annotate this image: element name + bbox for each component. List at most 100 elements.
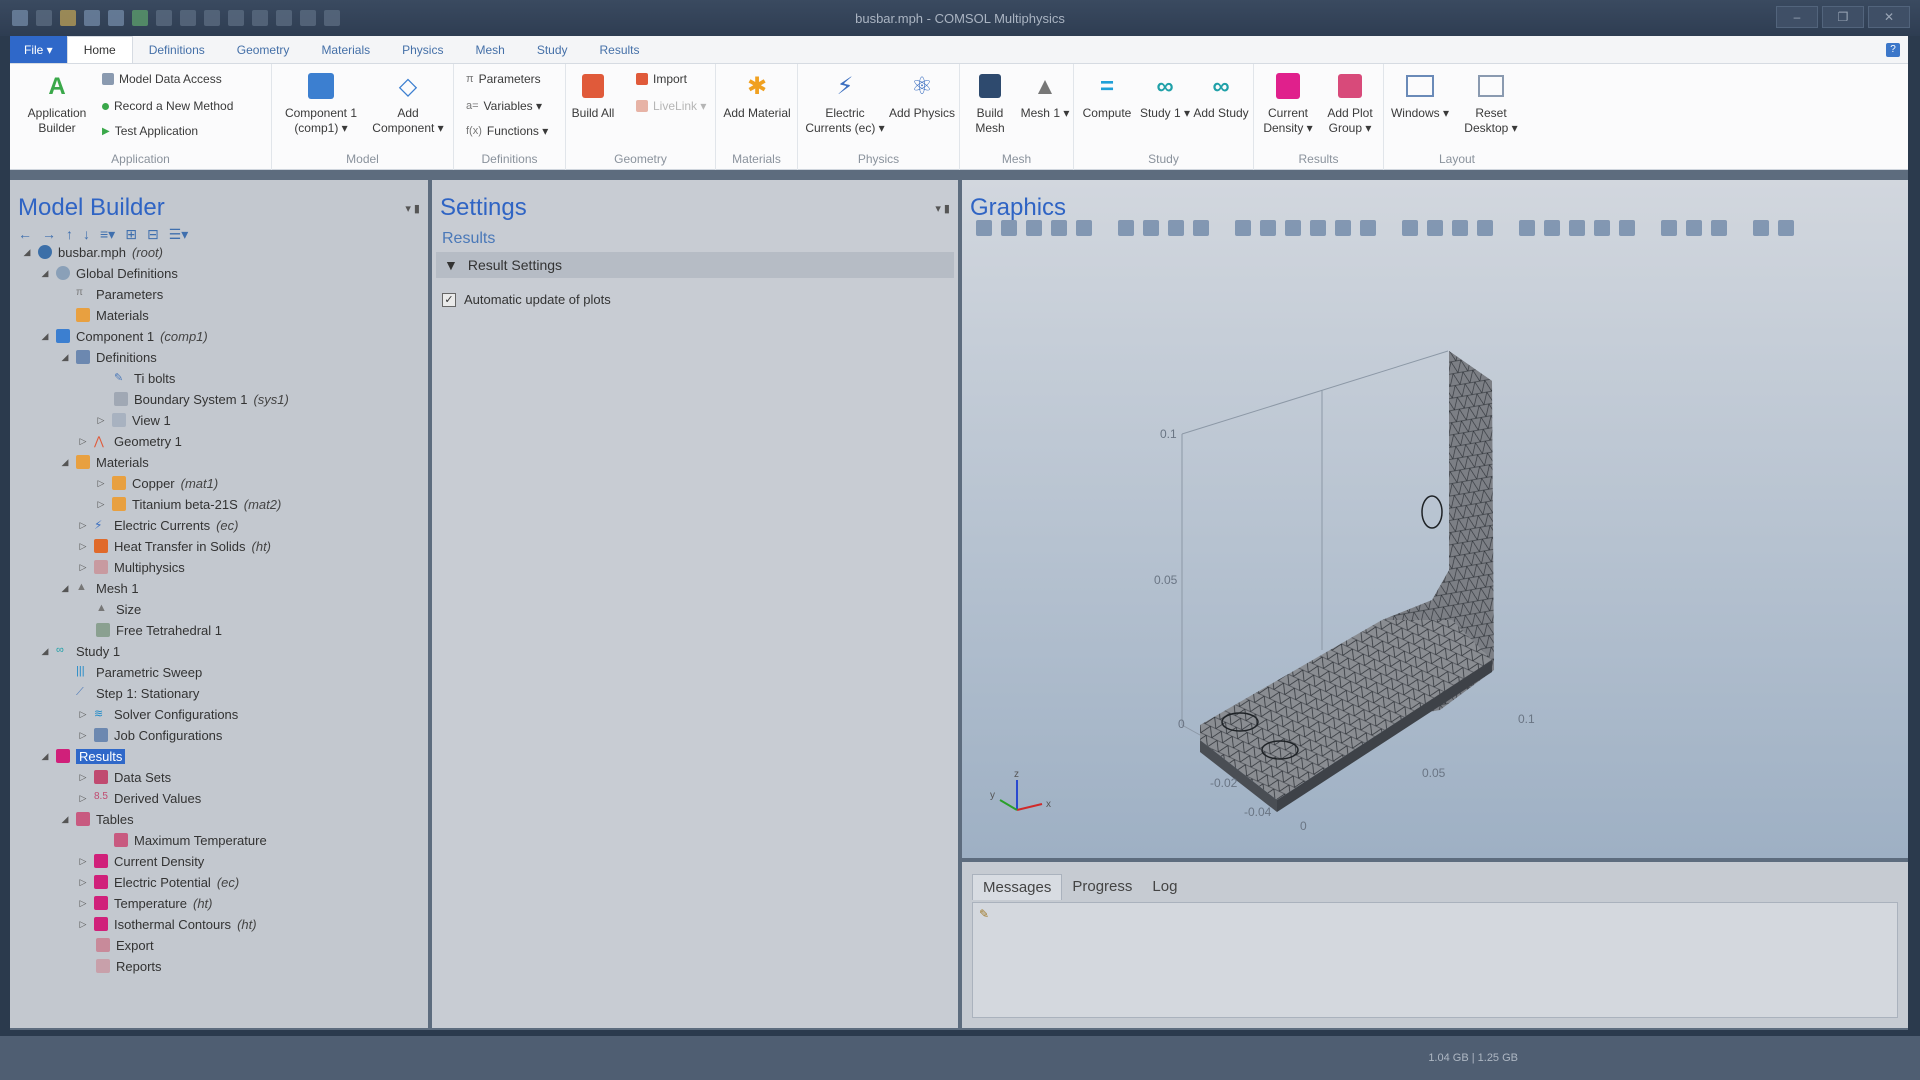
clear-icon[interactable]: ✎ [979,907,989,921]
render-icon[interactable] [1477,220,1493,236]
select-domains-icon[interactable] [1260,220,1276,236]
maximize-button[interactable]: ❐ [1822,6,1864,28]
zoom-out-icon[interactable] [1001,220,1017,236]
tree-node-maximum-temperature[interactable]: Maximum Temperature [114,830,267,850]
windows-button[interactable]: Windows ▾ [1386,70,1454,121]
variables-button[interactable]: a= Variables ▾ [466,99,542,113]
deselect-icon[interactable] [1360,220,1376,236]
current-density-button[interactable]: Current Density ▾ [1256,70,1320,136]
automatic-update-checkbox[interactable]: ✓ Automatic update of plots [442,292,611,307]
import-button[interactable]: Import [636,72,687,86]
tree-node-export[interactable]: Export [96,935,154,955]
model-data-access-button[interactable]: Model Data Access [102,72,222,86]
tab-definitions[interactable]: Definitions [133,36,221,63]
tree-node-global-definitions[interactable]: ◢ Global Definitions [40,263,178,283]
select-points-icon[interactable] [1335,220,1351,236]
tree-node-results[interactable]: ◢ Results [40,746,126,766]
tree-node-current-density[interactable]: ▷ Current Density [78,851,205,871]
back-icon[interactable]: ← [18,226,32,242]
tree-node-data-sets[interactable]: ▷ Data Sets [78,767,172,787]
perspective-icon[interactable] [1686,220,1702,236]
tree-node-ti-bolts[interactable]: ✎ Ti bolts [114,368,175,388]
forward-icon[interactable]: → [42,226,56,242]
panel-options-icon[interactable]: ▾ ▮ [405,202,420,215]
transparency-icon[interactable] [1427,220,1443,236]
tree-node-study[interactable]: ◢ ∞ Study 1 [40,641,121,661]
tree-node-mesh[interactable]: ◢ ▲ Mesh 1 [60,578,139,598]
help-icon[interactable]: ? [1886,43,1900,57]
tab-progress[interactable]: Progress [1062,874,1142,900]
show-more-icon[interactable]: ☰▾ [169,226,189,243]
tab-home[interactable]: Home [66,36,133,63]
filter-icon[interactable]: ≡▾ [100,226,115,243]
settings-options-icon[interactable]: ▾ ▮ [935,202,950,215]
select-edges-icon[interactable] [1310,220,1326,236]
study1-button[interactable]: ∞ Study 1 ▾ [1136,70,1194,121]
reset-desktop-button[interactable]: Reset Desktop ▾ [1454,70,1528,136]
minimize-button[interactable]: – [1776,6,1818,28]
tab-materials[interactable]: Materials [305,36,386,63]
tab-physics[interactable]: Physics [386,36,459,63]
tree-node-global-materials[interactable]: Materials [76,305,149,325]
expand-all-icon[interactable]: ⊞ [125,226,137,243]
tab-study[interactable]: Study [521,36,584,63]
tree-node-job-configurations[interactable]: ▷ Job Configurations [78,725,223,745]
tree-node-tables[interactable]: ◢ Tables [60,809,134,829]
go-to-xy-view-icon[interactable] [1143,220,1159,236]
add-physics-button[interactable]: ⚛ Add Physics [888,70,956,121]
record-method-button[interactable]: Record a New Method [102,99,233,113]
add-study-button[interactable]: ∞ Add Study [1192,70,1250,121]
tree-node-reports[interactable]: Reports [96,956,162,976]
print-icon[interactable] [1778,220,1794,236]
zoom-extents-icon[interactable] [1076,220,1092,236]
tree-node-multiphysics[interactable]: ▷ Multiphysics [78,557,185,577]
tree-node-free-tetrahedral[interactable]: Free Tetrahedral 1 [96,620,222,640]
result-settings-section[interactable]: ▼ Result Settings [436,252,954,278]
tree-node-view[interactable]: ▷ View 1 [96,410,171,430]
build-mesh-button[interactable]: Build Mesh [962,70,1018,136]
component-button[interactable]: Component 1 (comp1) ▾ [280,70,362,136]
reset-hiding-icon[interactable] [1619,220,1635,236]
tree-node-isothermal-contours[interactable]: ▷ Isothermal Contours (ht) [78,914,257,934]
tree-node-geometry[interactable]: ▷ ⋀ Geometry 1 [78,431,182,451]
tree-node-temperature[interactable]: ▷ Temperature (ht) [78,893,213,913]
select-objects-icon[interactable] [1235,220,1251,236]
tab-mesh[interactable]: Mesh [459,36,520,63]
go-to-yz-view-icon[interactable] [1168,220,1184,236]
hide-icon[interactable] [1519,220,1535,236]
tree-node-root[interactable]: ◢ busbar.mph (root) [22,242,163,262]
functions-button[interactable]: f(x) Functions ▾ [466,124,548,138]
application-builder-button[interactable]: A Application Builder [22,70,92,136]
orthographic-icon[interactable] [1661,220,1677,236]
zoom-selected-icon[interactable] [1051,220,1067,236]
zoom-box-icon[interactable] [1026,220,1042,236]
scene-light-icon[interactable] [1402,220,1418,236]
tab-geometry[interactable]: Geometry [221,36,306,63]
show-grid-icon[interactable] [1544,220,1560,236]
tree-node-solver-configurations[interactable]: ▷ ≋ Solver Configurations [78,704,239,724]
tree-node-boundary-system[interactable]: Boundary System 1 (sys1) [114,389,289,409]
parameters-button[interactable]: π Parameters [466,72,541,86]
tab-log[interactable]: Log [1142,874,1187,900]
tree-node-electric-currents[interactable]: ▷ ⚡ Electric Currents (ec) [78,515,239,535]
move-up-icon[interactable]: ↑ [66,226,73,242]
collapse-all-icon[interactable]: ⊟ [147,226,159,243]
add-component-button[interactable]: ◇ Add Component ▾ [366,70,450,136]
show-axes-icon[interactable] [1569,220,1585,236]
tree-node-titanium[interactable]: ▷ Titanium beta-21S (mat2) [96,494,282,514]
tree-node-materials[interactable]: ◢ Materials [60,452,149,472]
compute-button[interactable]: = Compute [1076,70,1138,121]
select-boundaries-icon[interactable] [1285,220,1301,236]
views-icon[interactable] [1118,220,1134,236]
file-menu[interactable]: File ▾ [10,36,67,63]
tree-node-parameters[interactable]: π Parameters [76,284,163,304]
tree-node-derived-values[interactable]: ▷ 8.5 Derived Values [78,788,202,808]
tree-node-electric-potential[interactable]: ▷ Electric Potential (ec) [78,872,240,892]
close-button[interactable]: ✕ [1868,6,1910,28]
tree-node-definitions[interactable]: ◢ Definitions [60,347,157,367]
build-all-button[interactable]: Build All [566,70,620,121]
tree-node-heat-transfer[interactable]: ▷ Heat Transfer in Solids (ht) [78,536,271,556]
tab-messages[interactable]: Messages [972,874,1063,900]
tree-node-copper[interactable]: ▷ Copper (mat1) [96,473,219,493]
livelink-button[interactable]: LiveLink ▾ [636,99,706,113]
